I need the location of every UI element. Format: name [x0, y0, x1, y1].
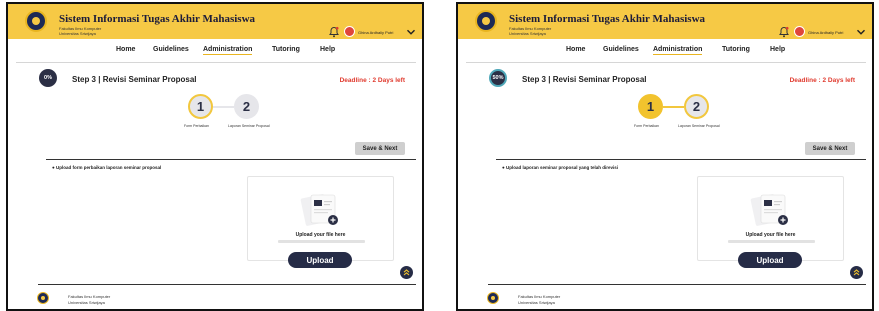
- divider: [488, 284, 866, 285]
- progress-badge: 50%: [489, 69, 507, 87]
- dropzone-hint-placeholder: [278, 240, 365, 243]
- page-title: Step 3 | Revisi Seminar Proposal: [72, 75, 197, 84]
- upload-instruction: ● Upload form perbaikan laporan seminar …: [52, 165, 162, 170]
- notification-bell-icon[interactable]: [778, 26, 790, 38]
- step-1-label: Form Perbaikan: [184, 124, 209, 128]
- chevron-down-icon[interactable]: [406, 27, 416, 37]
- user-avatar[interactable]: [344, 26, 355, 37]
- divider: [46, 159, 416, 160]
- dropzone-label: Upload your file here: [745, 232, 796, 238]
- stepper-connector: [663, 106, 684, 108]
- step-2-circle[interactable]: 2: [684, 94, 709, 119]
- divider: [466, 62, 866, 63]
- main-nav: Home Guidelines Administration Tutoring …: [458, 44, 872, 60]
- double-chevron-up-icon: [853, 269, 860, 276]
- nav-administration[interactable]: Administration: [653, 46, 703, 55]
- university-name: Universitas Sriwijaya: [509, 31, 546, 36]
- double-chevron-up-icon: [403, 269, 410, 276]
- nav-home[interactable]: Home: [566, 46, 585, 53]
- step-2-circle[interactable]: 2: [234, 94, 259, 119]
- user-avatar[interactable]: [794, 26, 805, 37]
- nav-tutoring[interactable]: Tutoring: [722, 46, 750, 53]
- scroll-to-top-button[interactable]: [400, 266, 413, 279]
- upload-button[interactable]: Upload: [738, 252, 802, 268]
- nav-administration[interactable]: Administration: [203, 46, 253, 55]
- app-title: Sistem Informasi Tugas Akhir Mahasiswa: [509, 13, 706, 25]
- footer-university: Universitas Sriwijaya: [518, 300, 555, 305]
- stepper-connector: [213, 106, 234, 108]
- footer-faculty: Fakultas Ilmu Komputer: [518, 294, 561, 299]
- file-upload-icon: [750, 194, 788, 226]
- stepper: 1 2 Form Perbaikan Laporan Seminar Propo…: [630, 94, 750, 134]
- nav-home[interactable]: Home: [116, 46, 135, 53]
- step-2-label: Laporan Seminar Proposal: [228, 124, 270, 128]
- step-1-circle[interactable]: 1: [638, 94, 663, 119]
- screen-step-2: Sistem Informasi Tugas Akhir Mahasiswa F…: [456, 2, 874, 311]
- nav-help[interactable]: Help: [770, 46, 785, 53]
- step-2-label: Laporan Seminar Proposal: [678, 124, 720, 128]
- footer-faculty: Fakultas Ilmu Komputer: [68, 294, 111, 299]
- footer-logo: [37, 292, 49, 304]
- screen-step-1: Sistem Informasi Tugas Akhir Mahasiswa F…: [6, 2, 424, 311]
- divider: [38, 284, 416, 285]
- divider: [496, 159, 866, 160]
- top-bar: Sistem Informasi Tugas Akhir Mahasiswa F…: [458, 4, 872, 39]
- page-title: Step 3 | Revisi Seminar Proposal: [522, 75, 647, 84]
- divider: [16, 62, 416, 63]
- step-1-label: Form Perbaikan: [634, 124, 659, 128]
- file-upload-icon: [300, 194, 338, 226]
- university-name: Universitas Sriwijaya: [59, 31, 96, 36]
- upload-instruction: ● Upload laporan seminar proposal yang t…: [502, 165, 618, 170]
- user-name[interactable]: Ghina Ardhaliy Putri: [358, 30, 393, 35]
- top-bar: Sistem Informasi Tugas Akhir Mahasiswa F…: [8, 4, 422, 39]
- scroll-to-top-button[interactable]: [850, 266, 863, 279]
- save-next-button[interactable]: Save & Next: [355, 142, 405, 155]
- dropzone-label: Upload your file here: [295, 232, 346, 238]
- chevron-down-icon[interactable]: [856, 27, 866, 37]
- footer-logo: [487, 292, 499, 304]
- stepper: 1 2 Form Perbaikan Laporan Seminar Propo…: [180, 94, 300, 134]
- university-logo[interactable]: [475, 10, 497, 32]
- progress-badge: 0%: [39, 69, 57, 87]
- step-1-circle[interactable]: 1: [188, 94, 213, 119]
- notification-bell-icon[interactable]: [328, 26, 340, 38]
- nav-tutoring[interactable]: Tutoring: [272, 46, 300, 53]
- nav-help[interactable]: Help: [320, 46, 335, 53]
- deadline-text: Deadline : 2 Days left: [339, 77, 405, 84]
- file-dropzone[interactable]: Upload your file here: [247, 176, 394, 261]
- app-title: Sistem Informasi Tugas Akhir Mahasiswa: [59, 13, 256, 25]
- user-name[interactable]: Ghina Ardhaliy Putri: [808, 30, 843, 35]
- file-dropzone[interactable]: Upload your file here: [697, 176, 844, 261]
- save-next-button[interactable]: Save & Next: [805, 142, 855, 155]
- deadline-text: Deadline : 2 Days left: [789, 77, 855, 84]
- main-nav: Home Guidelines Administration Tutoring …: [8, 44, 422, 60]
- university-logo[interactable]: [25, 10, 47, 32]
- upload-button[interactable]: Upload: [288, 252, 352, 268]
- nav-guidelines[interactable]: Guidelines: [603, 46, 639, 53]
- nav-guidelines[interactable]: Guidelines: [153, 46, 189, 53]
- footer-university: Universitas Sriwijaya: [68, 300, 105, 305]
- dropzone-hint-placeholder: [728, 240, 815, 243]
